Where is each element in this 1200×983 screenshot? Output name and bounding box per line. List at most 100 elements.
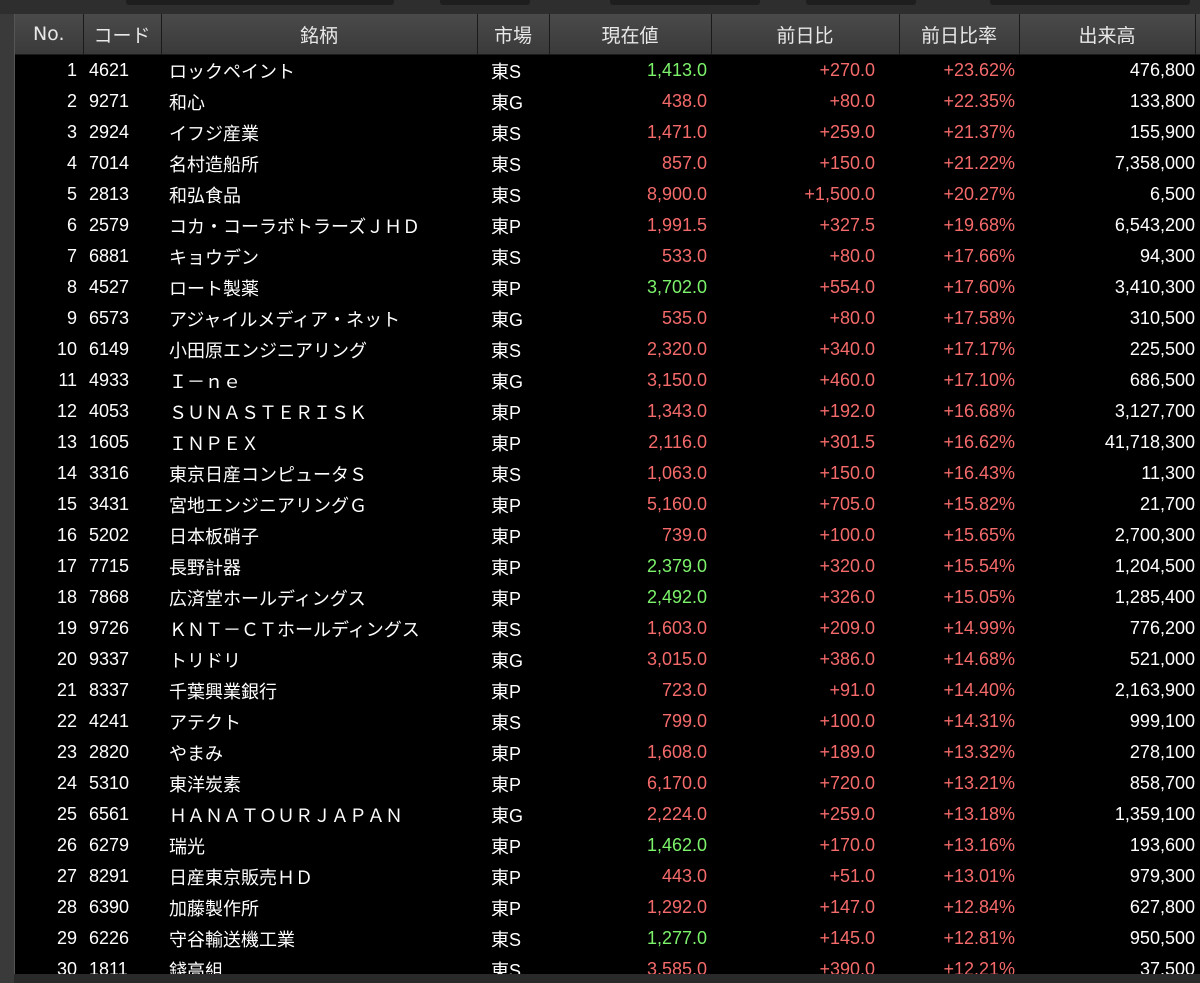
table-row[interactable]: 23 2820 やまみ 東P 1,608.0 +189.0 +13.32% 278,100	[15, 737, 1200, 768]
table-row[interactable]: 30 1811 錢高組 東S 3,585.0 +390.0 +12.21% 37,500	[15, 954, 1200, 974]
table-row[interactable]: 19 9726 ＫＮＴ－ＣＴホールディングス 東S 1,603.0 +209.0 +14.9…	[15, 613, 1200, 644]
toolbar-tab[interactable]	[610, 0, 760, 5]
cell-volume: 776,200	[1129, 618, 1195, 638]
header-change[interactable]: 前日比	[711, 14, 900, 55]
header-change-pct[interactable]: 前日比率	[899, 14, 1020, 55]
table-row[interactable]: 24 5310 東洋炭素 東P 6,170.0 +720.0 +13.21% 858,700	[15, 768, 1200, 799]
cell-code: 7014	[89, 153, 130, 173]
cell-code: 6573	[89, 308, 130, 328]
cell-change-pct: +17.60%	[943, 277, 1015, 297]
table-row[interactable]: 17 7715 長野計器 東P 2,379.0 +320.0 +15.54% 1,204,50…	[15, 551, 1200, 582]
cell-market: 東S	[491, 619, 522, 640]
cell-change: +327.5	[819, 215, 875, 235]
cell-change: +705.0	[819, 494, 875, 514]
cell-market: 東S	[491, 712, 522, 733]
cell-name: アジャイルメディア・ネット	[169, 309, 401, 330]
cell-volume: 6,543,200	[1114, 215, 1195, 235]
cell-name: トリドリ	[169, 650, 241, 671]
cell-no: 10	[56, 339, 77, 359]
table-row[interactable]: 21 8337 千葉興業銀行 東P 723.0 +91.0 +14.40% 2,163,900	[15, 675, 1200, 706]
cell-code: 1811	[89, 959, 128, 974]
table-row[interactable]: 7 6881 キョウデン 東S 533.0 +80.0 +17.66% 94,300	[15, 241, 1200, 272]
table-row[interactable]: 8 4527 ロート製薬 東P 3,702.0 +554.0 +17.60% 3,410,30…	[15, 272, 1200, 303]
header-market[interactable]: 市場	[477, 14, 550, 55]
header-no[interactable]: No.	[15, 14, 84, 55]
header-name[interactable]: 銘柄	[161, 14, 478, 55]
toolbar-strip	[0, 0, 1200, 14]
table-row[interactable]: 2 9271 和心 東G 438.0 +80.0 +22.35% 133,800	[15, 86, 1200, 117]
cell-name: Ｉ－ｎｅ	[169, 371, 241, 392]
cell-code: 9271	[89, 91, 130, 111]
cell-name: ＩＮＰＥＸ	[169, 433, 259, 454]
cell-name: ＫＮＴ－ＣＴホールディングス	[169, 619, 420, 640]
cell-price: 3,015.0	[646, 649, 707, 669]
cell-change-pct: +22.35%	[943, 91, 1015, 111]
cell-change: +150.0	[819, 463, 875, 483]
cell-name: イフジ産業	[169, 123, 259, 144]
header-code[interactable]: コード	[83, 14, 162, 55]
table-row[interactable]: 12 4053 ＳＵＮＡＳＴＥＲＩＳＫ 東P 1,343.0 +192.0 +16.68% 3…	[15, 396, 1200, 427]
cell-code: 6226	[89, 928, 130, 948]
cell-code: 4053	[89, 401, 130, 421]
cell-price: 1,343.0	[646, 401, 707, 421]
table-row[interactable]: 5 2813 和弘食品 東S 8,900.0 +1,500.0 +20.27% 6,500	[15, 179, 1200, 210]
cell-market: 東S	[491, 123, 522, 144]
cell-name: やまみ	[169, 743, 223, 764]
cell-no: 7	[66, 246, 77, 266]
cell-spacer	[1195, 55, 1200, 87]
cell-code: 6149	[89, 339, 130, 359]
cell-volume: 7,358,000	[1114, 153, 1195, 173]
cell-price: 6,170.0	[646, 773, 707, 793]
table-row[interactable]: 16 5202 日本板硝子 東P 739.0 +100.0 +15.65% 2,700,300	[15, 520, 1200, 551]
table-row[interactable]: 9 6573 アジャイルメディア・ネット 東G 535.0 +80.0 +17.58% 310…	[15, 303, 1200, 334]
cell-spacer	[1195, 396, 1200, 427]
cell-change: +1,500.0	[804, 184, 875, 204]
table-row[interactable]: 20 9337 トリドリ 東G 3,015.0 +386.0 +14.68% 521,000	[15, 644, 1200, 675]
table-header-row: No. コード 銘柄 市場 現在値 前日比 前日比率 出来高	[15, 14, 1200, 55]
cell-no: 19	[56, 618, 77, 638]
ranking-window: No. コード 銘柄 市場 現在値 前日比 前日比率 出来高 1 4621 ロックペ…	[0, 0, 1200, 983]
table-row[interactable]: 29 6226 守谷輸送機工業 東S 1,277.0 +145.0 +12.81% 950,5…	[15, 923, 1200, 954]
cell-spacer	[1195, 148, 1200, 179]
toolbar-tab[interactable]	[806, 0, 916, 5]
table-row[interactable]: 11 4933 Ｉ－ｎｅ 東G 3,150.0 +460.0 +17.10% 686,500	[15, 365, 1200, 396]
cell-volume: 225,500	[1129, 339, 1195, 359]
header-volume[interactable]: 出来高	[1019, 14, 1196, 55]
table-row[interactable]: 10 6149 小田原エンジニアリング 東S 2,320.0 +340.0 +17.17% 2…	[15, 334, 1200, 365]
bottom-border	[14, 974, 1200, 983]
cell-market: 東S	[491, 185, 522, 206]
cell-spacer	[1195, 210, 1200, 241]
cell-no: 12	[56, 401, 77, 421]
cell-name: 東京日産コンピュータＳ	[169, 464, 367, 485]
table-row[interactable]: 14 3316 東京日産コンピュータＳ 東S 1,063.0 +150.0 +16.43% 1…	[15, 458, 1200, 489]
cell-change-pct: +17.58%	[943, 308, 1015, 328]
table-row[interactable]: 22 4241 アテクト 東S 799.0 +100.0 +14.31% 999,100	[15, 706, 1200, 737]
cell-market: 東S	[491, 340, 522, 361]
cell-price: 2,492.0	[646, 587, 707, 607]
cell-volume: 193,600	[1129, 835, 1195, 855]
table-row[interactable]: 26 6279 瑞光 東P 1,462.0 +170.0 +13.16% 193,600	[15, 830, 1200, 861]
cell-code: 4933	[89, 370, 130, 390]
table-row[interactable]: 1 4621 ロックペイント 東S 1,413.0 +270.0 +23.62% 476,80…	[15, 54, 1200, 87]
cell-code: 6279	[89, 835, 130, 855]
toolbar-tab[interactable]	[126, 0, 394, 5]
table-row[interactable]: 4 7014 名村造船所 東S 857.0 +150.0 +21.22% 7,358,000	[15, 148, 1200, 179]
cell-code: 3316	[89, 463, 130, 483]
cell-market: 東S	[491, 464, 522, 485]
toolbar-tab[interactable]	[990, 0, 1190, 5]
table-row[interactable]: 15 3431 宮地エンジニアリングＧ 東P 5,160.0 +705.0 +15.82% 2…	[15, 489, 1200, 520]
table-row[interactable]: 13 1605 ＩＮＰＥＸ 東P 2,116.0 +301.5 +16.62% 41,718,…	[15, 427, 1200, 458]
table-row[interactable]: 18 7868 広済堂ホールディングス 東P 2,492.0 +326.0 +15.05% 1…	[15, 582, 1200, 613]
table-row[interactable]: 27 8291 日産東京販売ＨＤ 東P 443.0 +51.0 +13.01% 979,300	[15, 861, 1200, 892]
header-price[interactable]: 現在値	[549, 14, 712, 55]
cell-volume: 999,100	[1129, 711, 1195, 731]
cell-change-pct: +12.21%	[943, 959, 1015, 974]
table-row[interactable]: 3 2924 イフジ産業 東S 1,471.0 +259.0 +21.37% 155,900	[15, 117, 1200, 148]
table-row[interactable]: 28 6390 加藤製作所 東P 1,292.0 +147.0 +12.84% 627,800	[15, 892, 1200, 923]
table-row[interactable]: 6 2579 コカ・コーラボトラーズＪＨＤ 東P 1,991.5 +327.5 +19.68…	[15, 210, 1200, 241]
cell-change: +189.0	[819, 742, 875, 762]
cell-price: 1,603.0	[646, 618, 707, 638]
table-row[interactable]: 25 6561 ＨＡＮＡＴＯＵＲＪＡＰＡＮ 東G 2,224.0 +259.0 +13.18…	[15, 799, 1200, 830]
cell-change-pct: +16.43%	[943, 463, 1015, 483]
toolbar-tab[interactable]	[440, 0, 530, 5]
